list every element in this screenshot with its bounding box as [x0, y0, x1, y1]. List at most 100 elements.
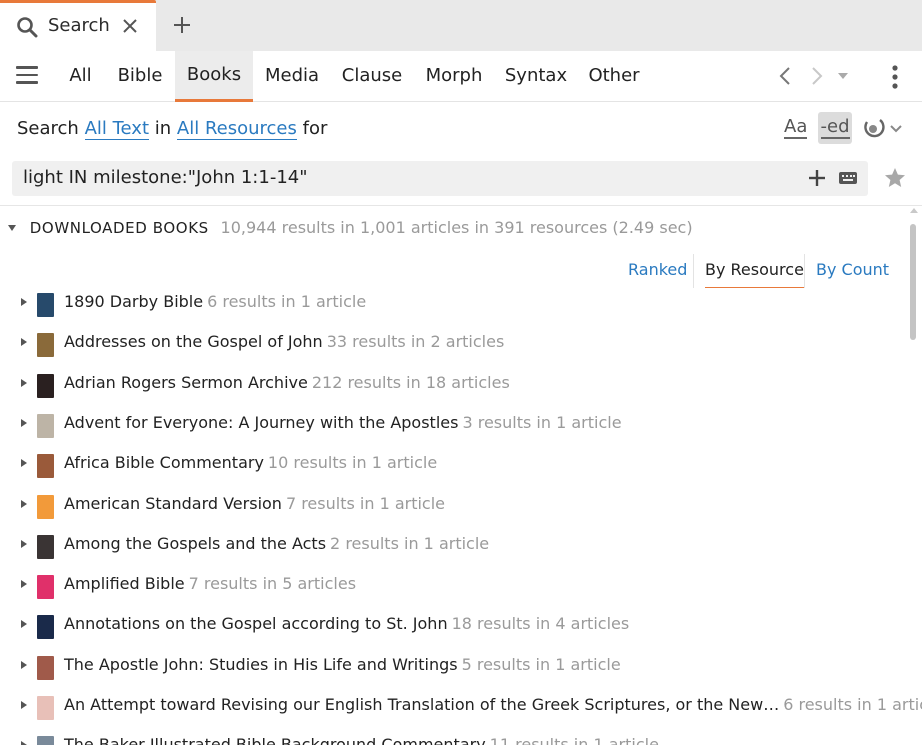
resource-cover-thumbnail — [37, 615, 54, 639]
search-input[interactable]: light IN milestone:"John 1:1-14" — [23, 167, 308, 188]
result-row[interactable]: Annotations on the Gospel according to S… — [0, 606, 900, 646]
search-type-toolbar: All Bible Books Media Clause Morph Synta… — [0, 51, 922, 102]
expand-row-icon[interactable] — [21, 338, 27, 346]
tab-syntax[interactable]: Syntax — [500, 51, 572, 102]
tab-media[interactable]: Media — [258, 51, 326, 102]
add-term-icon[interactable] — [807, 168, 827, 188]
result-row[interactable]: An Attempt toward Revising our English T… — [0, 687, 922, 727]
resource-title-text[interactable]: Africa Bible Commentary — [64, 453, 264, 472]
result-count: 3 results in 1 article — [462, 413, 622, 432]
resource-title[interactable]: Addresses on the Gospel of John 33 result… — [64, 332, 504, 351]
resource-title-text[interactable]: American Standard Version — [64, 494, 282, 513]
expand-row-icon[interactable] — [21, 701, 27, 709]
keyboard-icon[interactable] — [838, 170, 858, 186]
result-count: 18 results in 4 articles — [451, 614, 630, 633]
resource-title-text[interactable]: An Attempt toward Revising our English T… — [64, 695, 779, 714]
menu-icon[interactable] — [16, 66, 38, 86]
result-row[interactable]: Amplified Bible 7 results in 5 articles — [0, 566, 900, 606]
resource-title[interactable]: Africa Bible Commentary 10 results in 1 a… — [64, 453, 437, 472]
result-count: 5 results in 1 article — [461, 655, 621, 674]
resource-title[interactable]: 1890 Darby Bible 6 results in 1 article — [64, 292, 366, 311]
collapse-group-icon[interactable] — [8, 225, 16, 231]
resource-title[interactable]: The Baker Illustrated Bible Background C… — [64, 735, 659, 745]
result-row[interactable]: American Standard Version 7 results in 1 … — [0, 486, 900, 526]
expand-row-icon[interactable] — [21, 580, 27, 588]
divider — [693, 254, 694, 288]
resource-title-text[interactable]: The Apostle John: Studies in His Life an… — [64, 655, 458, 674]
search-query-box[interactable]: light IN milestone:"John 1:1-14" — [12, 161, 868, 196]
scrollbar-thumb[interactable] — [910, 224, 916, 340]
resource-scope-link[interactable]: All Resources — [176, 118, 297, 140]
resource-title-text[interactable]: Addresses on the Gospel of John — [64, 332, 323, 351]
match-all-word-forms-icon[interactable]: -ed — [818, 112, 852, 144]
expand-row-icon[interactable] — [21, 741, 27, 745]
resource-title[interactable]: Annotations on the Gospel according to S… — [64, 614, 629, 633]
search-tab[interactable]: Search — [0, 0, 156, 51]
new-tab-icon[interactable] — [170, 13, 194, 37]
close-icon[interactable] — [121, 17, 139, 35]
expand-row-icon[interactable] — [21, 379, 27, 387]
resource-title-text[interactable]: Adrian Rogers Sermon Archive — [64, 373, 308, 392]
back-icon[interactable] — [776, 64, 794, 88]
resource-cover-thumbnail — [37, 535, 54, 559]
search-fields-link[interactable]: All Text — [84, 118, 150, 140]
result-row[interactable]: The Apostle John: Studies in His Life an… — [0, 647, 900, 687]
expand-row-icon[interactable] — [21, 459, 27, 467]
resource-title[interactable]: Advent for Everyone: A Journey with the … — [64, 413, 622, 432]
history-dropdown-icon[interactable] — [836, 71, 850, 81]
expand-row-icon[interactable] — [21, 661, 27, 669]
resource-title-text[interactable]: 1890 Darby Bible — [64, 292, 203, 311]
resource-cover-thumbnail — [37, 374, 54, 398]
result-row[interactable]: Among the Gospels and the Acts 2 results … — [0, 526, 900, 566]
results-group-header[interactable]: DOWNLOADED BOOKS 10,944 results in 1,001… — [8, 218, 693, 237]
result-count: 6 results in 1 article — [207, 292, 367, 311]
expand-row-icon[interactable] — [21, 419, 27, 427]
result-row[interactable]: 1890 Darby Bible 6 results in 1 article — [0, 284, 900, 324]
result-row[interactable]: The Baker Illustrated Bible Background C… — [0, 727, 900, 745]
tab-clause[interactable]: Clause — [336, 51, 408, 102]
resource-cover-thumbnail — [37, 454, 54, 478]
result-row[interactable]: Addresses on the Gospel of John 33 result… — [0, 324, 900, 364]
expand-row-icon[interactable] — [21, 620, 27, 628]
resource-title[interactable]: The Apostle John: Studies in His Life an… — [64, 655, 621, 674]
resource-title-text[interactable]: Annotations on the Gospel according to S… — [64, 614, 448, 633]
tab-morph[interactable]: Morph — [418, 51, 490, 102]
divider — [0, 205, 922, 206]
tab-bible[interactable]: Bible — [110, 51, 170, 102]
result-count: 33 results in 2 articles — [326, 332, 505, 351]
result-row[interactable]: Adrian Rogers Sermon Archive 212 results … — [0, 365, 900, 405]
expand-row-icon[interactable] — [21, 298, 27, 306]
group-name: DOWNLOADED BOOKS — [29, 219, 209, 237]
expand-row-icon[interactable] — [21, 500, 27, 508]
group-stats: 10,944 results in 1,001 articles in 391 … — [220, 218, 693, 237]
expand-row-icon[interactable] — [21, 540, 27, 548]
more-options-icon[interactable] — [889, 64, 901, 90]
result-row[interactable]: Africa Bible Commentary 10 results in 1 a… — [0, 445, 900, 485]
result-count: 7 results in 1 article — [285, 494, 446, 513]
result-row[interactable]: Advent for Everyone: A Journey with the … — [0, 405, 900, 445]
resource-title[interactable]: Amplified Bible 7 results in 5 articles — [64, 574, 356, 593]
resource-title[interactable]: An Attempt toward Revising our English T… — [64, 695, 922, 714]
forward-icon[interactable] — [808, 64, 826, 88]
resource-cover-thumbnail — [37, 575, 54, 599]
search-scope: Search All Text in All Resources for — [17, 118, 328, 140]
resource-title[interactable]: Among the Gospels and the Acts 2 results … — [64, 534, 489, 553]
scope-suffix: for — [302, 118, 328, 139]
tab-books[interactable]: Books — [175, 51, 253, 102]
scope-prefix: Search — [17, 118, 79, 139]
tab-other[interactable]: Other — [582, 51, 646, 102]
resource-cover-thumbnail — [37, 333, 54, 357]
resource-cover-thumbnail — [37, 293, 54, 317]
resource-title-text[interactable]: Advent for Everyone: A Journey with the … — [64, 413, 458, 432]
favorite-star-icon[interactable] — [883, 166, 907, 190]
tab-all[interactable]: All — [62, 51, 99, 102]
resource-title-text[interactable]: Among the Gospels and the Acts — [64, 534, 326, 553]
match-case-icon[interactable]: Aa — [784, 116, 808, 142]
resource-title[interactable]: Adrian Rogers Sermon Archive 212 results … — [64, 373, 510, 392]
resource-title[interactable]: American Standard Version 7 results in 1 … — [64, 494, 445, 513]
resource-title-text[interactable]: The Baker Illustrated Bible Background C… — [64, 735, 486, 745]
scroll-up-icon[interactable] — [910, 208, 918, 213]
search-options-icon[interactable] — [861, 116, 905, 142]
scope-mid: in — [154, 118, 172, 139]
resource-title-text[interactable]: Amplified Bible — [64, 574, 185, 593]
